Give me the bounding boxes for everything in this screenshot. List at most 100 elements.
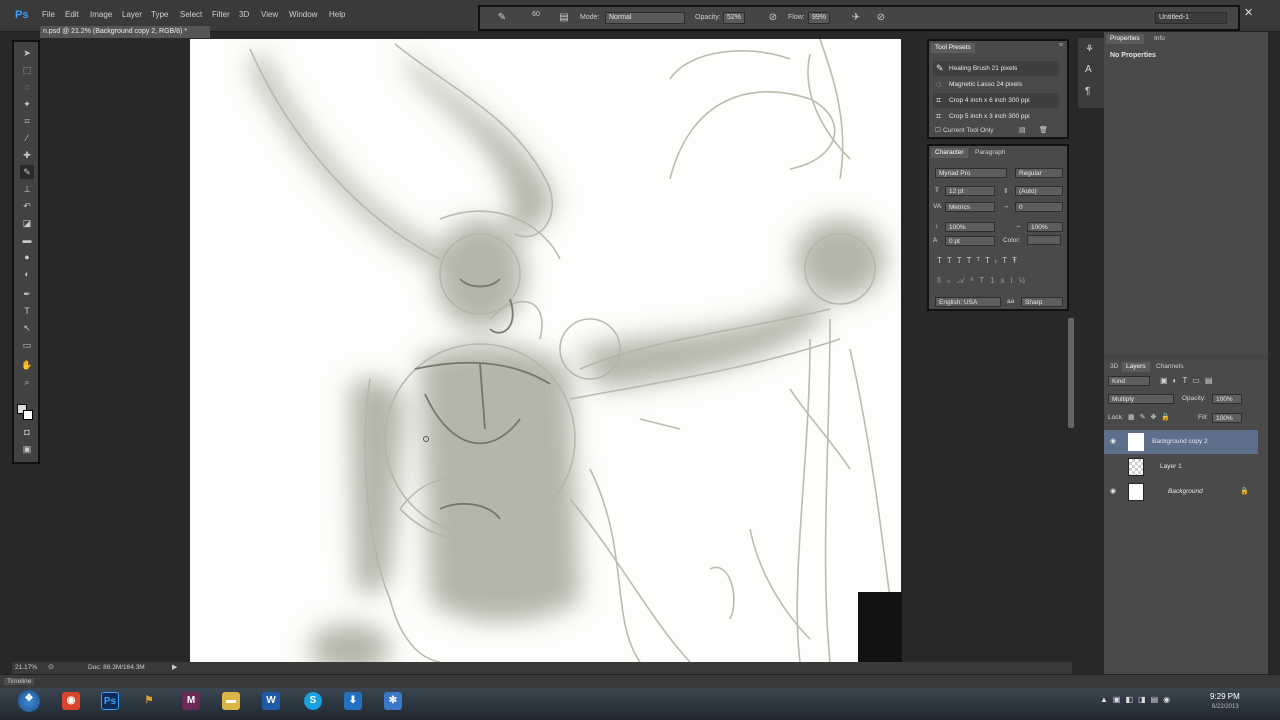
menu-window[interactable]: Window — [289, 10, 317, 19]
document-tab[interactable]: n.psd @ 21.2% (Background copy 2, RGB/8)… — [40, 26, 210, 38]
eraser-tool-icon[interactable]: ◪ — [20, 216, 34, 230]
history-brush-tool-icon[interactable]: ↶ — [20, 199, 34, 213]
menu-image[interactable]: Image — [90, 10, 112, 19]
shape-tool-icon[interactable]: ▭ — [20, 338, 34, 352]
menu-view[interactable]: View — [261, 10, 278, 19]
antialias-dropdown[interactable]: Sharp — [1021, 297, 1063, 307]
eyedropper-tool-icon[interactable]: ⁄ — [20, 131, 34, 145]
marquee-tool-icon[interactable]: ⬚ — [20, 63, 34, 77]
visibility-eye-icon[interactable]: ◉ — [1110, 437, 1116, 445]
layer-opacity-field[interactable]: 100% — [1212, 394, 1242, 404]
mode-dropdown[interactable]: Normal — [605, 12, 685, 24]
3d-tab[interactable]: 3D — [1106, 362, 1122, 372]
word-taskbar-icon[interactable]: W — [262, 692, 280, 710]
explorer-taskbar-icon[interactable]: ▬ — [222, 692, 240, 710]
quick-mask-icon[interactable]: ◘ — [20, 425, 34, 439]
current-tool-only-checkbox[interactable]: ☐ — [935, 126, 941, 134]
vertical-scroll-thumb[interactable] — [1068, 318, 1074, 428]
layer-filter-icons[interactable]: ▣◐T▭▤ — [1160, 376, 1217, 385]
hand-tool-icon[interactable]: ✋ — [20, 358, 34, 372]
clone-stamp-tool-icon[interactable]: ⊥ — [20, 182, 34, 196]
blur-tool-icon[interactable]: ● — [20, 250, 34, 264]
pen-tool-icon[interactable]: ✒ — [20, 287, 34, 301]
workspace-dropdown[interactable]: Untitled-1 — [1155, 12, 1227, 24]
brush-tool-icon[interactable]: ✎ — [496, 12, 508, 24]
brush-panel-icon[interactable]: ▤ — [558, 12, 570, 24]
timeline-tab[interactable]: Timeline — [4, 678, 35, 685]
menu-edit[interactable]: Edit — [65, 10, 79, 19]
leading-field[interactable]: (Auto) — [1015, 186, 1063, 196]
pressure-size-icon[interactable]: ⊘ — [875, 12, 887, 24]
type-tool-icon[interactable]: T — [20, 304, 34, 318]
preset-item[interactable]: ◌ Magnetic Lasso 24 pixels — [933, 77, 1059, 92]
path-select-tool-icon[interactable]: ↖ — [20, 321, 34, 335]
skype-taskbar-icon[interactable]: S — [304, 692, 322, 710]
font-family-dropdown[interactable]: Myriad Pro — [935, 168, 1007, 178]
layers-tab[interactable]: Layers — [1122, 362, 1150, 372]
properties-tab[interactable]: Properties — [1106, 34, 1144, 44]
move-tool-icon[interactable]: ➤ — [20, 46, 34, 60]
paragraph-tab[interactable]: Paragraph — [971, 148, 1009, 158]
screen-mode-icon[interactable]: ▣ — [20, 442, 34, 456]
new-preset-icon[interactable]: ▤ — [1019, 126, 1026, 134]
zoom-tool-icon[interactable]: ⌕ — [20, 375, 34, 389]
menu-3d[interactable]: 3D — [239, 10, 249, 19]
panel-menu-icon[interactable]: ≡ — [1059, 42, 1063, 49]
text-color-swatch[interactable] — [1027, 235, 1061, 245]
mypaint-taskbar-icon[interactable]: M — [182, 692, 200, 710]
tool-presets-tab[interactable]: Tool Presets — [931, 43, 975, 53]
status-menu-arrow-icon[interactable]: ▶ — [172, 663, 177, 671]
tool-presets-dock-icon[interactable]: ⚘ — [1085, 44, 1094, 55]
info-tab[interactable]: Info — [1150, 34, 1169, 44]
chrome-taskbar-icon[interactable]: ◉ — [62, 692, 80, 710]
visibility-eye-icon[interactable]: ◉ — [1110, 487, 1116, 495]
lasso-tool-icon[interactable]: ◌ — [20, 80, 34, 94]
system-tray-icons[interactable]: ▲▣◧◨▤◉ — [1100, 695, 1175, 704]
quick-select-tool-icon[interactable]: ✦ — [20, 97, 34, 111]
taskbar-clock[interactable]: 9:29 PM — [1210, 692, 1240, 701]
status-icon[interactable]: ⊙ — [48, 663, 54, 671]
delete-preset-icon[interactable]: 🗑 — [1039, 126, 1048, 134]
brush-tool-icon[interactable]: ✎ — [20, 165, 34, 179]
menu-help[interactable]: Help — [329, 10, 345, 19]
gradient-tool-icon[interactable]: ▬ — [20, 233, 34, 247]
airbrush-icon[interactable]: ✈ — [850, 12, 862, 24]
menu-type[interactable]: Type — [151, 10, 168, 19]
text-style-buttons[interactable]: TTTTᵀTₜTŦ — [937, 256, 1022, 265]
lock-icons[interactable]: ▦✎✥🔒 — [1128, 413, 1175, 421]
background-color-swatch[interactable] — [23, 410, 33, 420]
preset-item[interactable]: ✎ Healing Brush 21 pixels — [933, 61, 1059, 76]
zoom-level[interactable]: 21.17% — [15, 664, 37, 671]
opentype-buttons[interactable]: ﬁℴ𝒜ªT1st½ — [937, 276, 1031, 286]
character-dock-icon[interactable]: A — [1085, 64, 1092, 75]
blend-mode-dropdown[interactable]: Multiply — [1108, 394, 1174, 404]
brush-size-preset[interactable]: 60 — [530, 9, 542, 21]
preset-item[interactable]: ⌗ Crop 5 inch x 3 inch 300 ppi — [933, 109, 1059, 124]
network-taskbar-icon[interactable]: ✻ — [384, 692, 402, 710]
baseline-shift-field[interactable]: 0 pt — [945, 236, 995, 246]
layer-filter-dropdown[interactable]: Kind — [1108, 376, 1150, 386]
download-taskbar-icon[interactable]: ⬇ — [344, 692, 362, 710]
app-taskbar-icon[interactable]: ⚑ — [140, 692, 158, 710]
photoshop-taskbar-icon[interactable]: Ps — [101, 692, 119, 710]
kerning-field[interactable]: Metrics — [945, 202, 995, 212]
font-size-field[interactable]: 12 pt — [945, 186, 995, 196]
fill-field[interactable]: 100% — [1212, 413, 1242, 423]
menu-select[interactable]: Select — [180, 10, 202, 19]
menu-filter[interactable]: Filter — [212, 10, 230, 19]
paragraph-dock-icon[interactable]: ¶ — [1085, 86, 1090, 97]
dodge-tool-icon[interactable]: ◐ — [20, 267, 34, 281]
vertical-scale-field[interactable]: 100% — [945, 222, 995, 232]
close-icon[interactable]: ✕ — [1244, 6, 1253, 19]
crop-tool-icon[interactable]: ⌗ — [20, 114, 34, 128]
language-dropdown[interactable]: English: USA — [935, 297, 1001, 307]
menu-file[interactable]: File — [42, 10, 55, 19]
character-tab[interactable]: Character — [931, 148, 968, 158]
opacity-field[interactable]: 52% — [723, 12, 745, 24]
start-button-icon[interactable]: ❖ — [18, 690, 40, 712]
menu-layer[interactable]: Layer — [122, 10, 142, 19]
channels-tab[interactable]: Channels — [1152, 362, 1187, 372]
flow-field[interactable]: 99% — [808, 12, 830, 24]
document-canvas[interactable] — [190, 39, 901, 662]
font-style-dropdown[interactable]: Regular — [1015, 168, 1063, 178]
